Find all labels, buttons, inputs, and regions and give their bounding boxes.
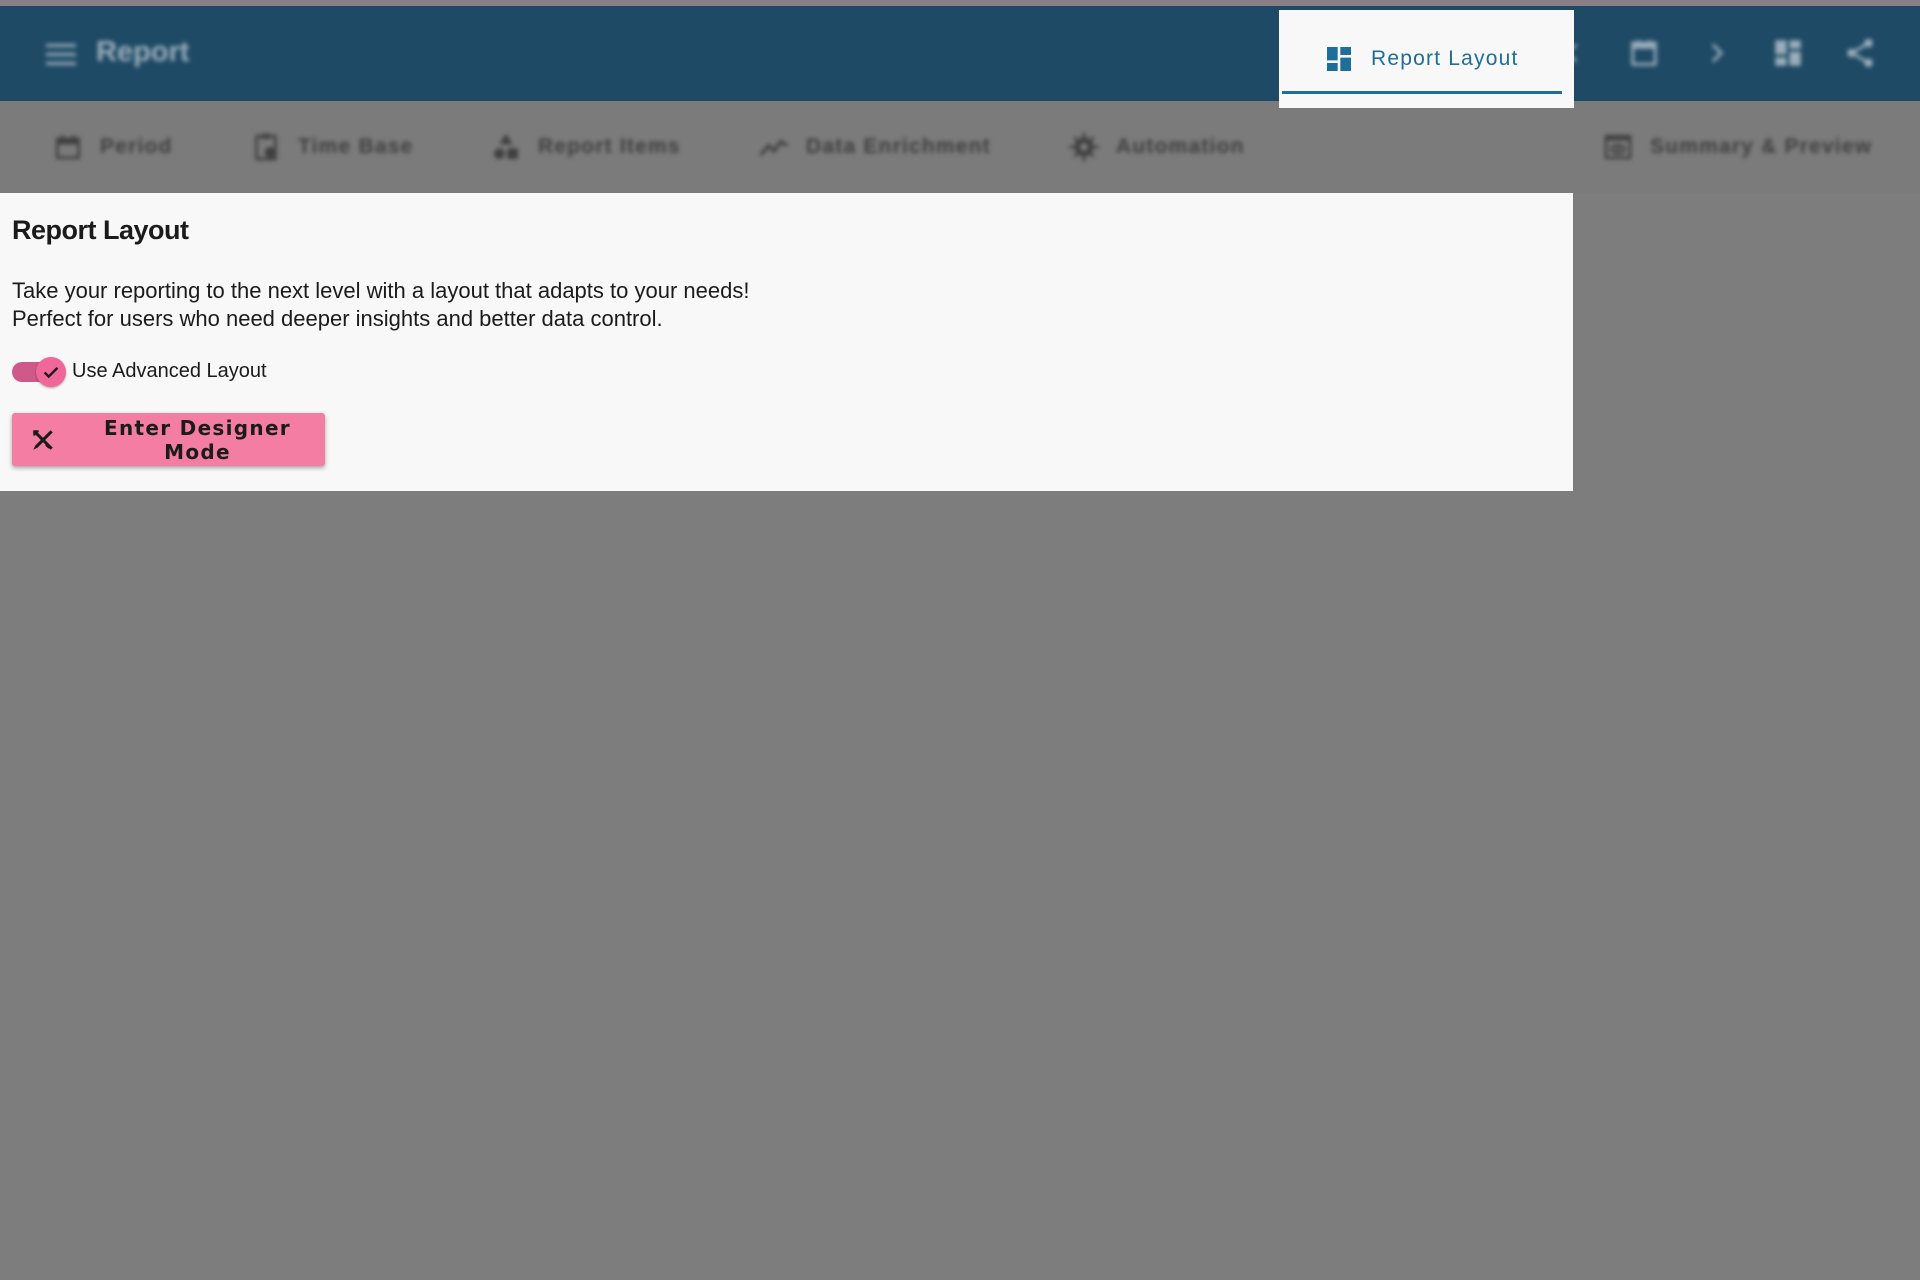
tab-automation[interactable]: Automation <box>1068 101 1245 193</box>
description-line-2: Perfect for users who need deeper insigh… <box>12 306 663 331</box>
advanced-layout-toggle[interactable] <box>12 357 66 387</box>
tab-label: Automation <box>1116 135 1245 158</box>
tab-label: Summary & Preview <box>1650 135 1873 158</box>
share-icon[interactable] <box>1843 36 1877 70</box>
app-bar: Report <box>0 6 1920 101</box>
active-tab-indicator <box>1282 91 1562 94</box>
tab-time-base[interactable]: Time Base <box>250 101 413 193</box>
clipboard-clock-icon <box>250 131 282 163</box>
tab-label: Report Layout <box>1371 47 1519 70</box>
calendar-icon <box>52 131 84 163</box>
app-title: Report <box>96 36 190 68</box>
menu-icon[interactable] <box>46 44 76 66</box>
dashboard-icon[interactable] <box>1771 36 1805 70</box>
tab-label: Period <box>100 135 173 158</box>
shapes-icon <box>490 131 522 163</box>
tab-label: Report Items <box>538 135 681 158</box>
button-label: Enter Designer Mode <box>104 415 291 464</box>
panel-title: Report Layout <box>12 215 189 245</box>
design-tools-icon <box>30 427 56 453</box>
tab-report-layout[interactable]: Report Layout <box>1279 10 1574 108</box>
calendar-icon[interactable] <box>1627 36 1661 70</box>
advanced-layout-toggle-row: Use Advanced Layout <box>12 357 267 387</box>
report-layout-panel: Report Layout Take your reporting to the… <box>0 193 1573 491</box>
tab-period[interactable]: Period <box>52 101 173 193</box>
preview-icon <box>1602 131 1634 163</box>
check-icon <box>43 367 59 379</box>
tab-label: Data Enrichment <box>806 135 991 158</box>
dashboard-icon <box>1323 43 1355 75</box>
description-line-1: Take your reporting to the next level wi… <box>12 278 750 303</box>
tab-summary-preview[interactable]: Summary & Preview <box>1602 101 1872 193</box>
chart-line-icon <box>758 131 790 163</box>
stepper-tabs: Period Time Base Report Items Data Enric… <box>0 101 1920 193</box>
tab-data-enrichment[interactable]: Data Enrichment <box>758 101 991 193</box>
chevron-right-icon[interactable] <box>1700 36 1734 70</box>
panel-description: Take your reporting to the next level wi… <box>12 277 749 333</box>
toggle-thumb <box>36 357 66 387</box>
toggle-label: Use Advanced Layout <box>72 359 267 382</box>
tab-report-items[interactable]: Report Items <box>490 101 681 193</box>
enter-designer-mode-button[interactable]: Enter Designer Mode <box>12 413 325 466</box>
gear-icon <box>1068 131 1100 163</box>
tab-label: Time Base <box>298 135 414 158</box>
